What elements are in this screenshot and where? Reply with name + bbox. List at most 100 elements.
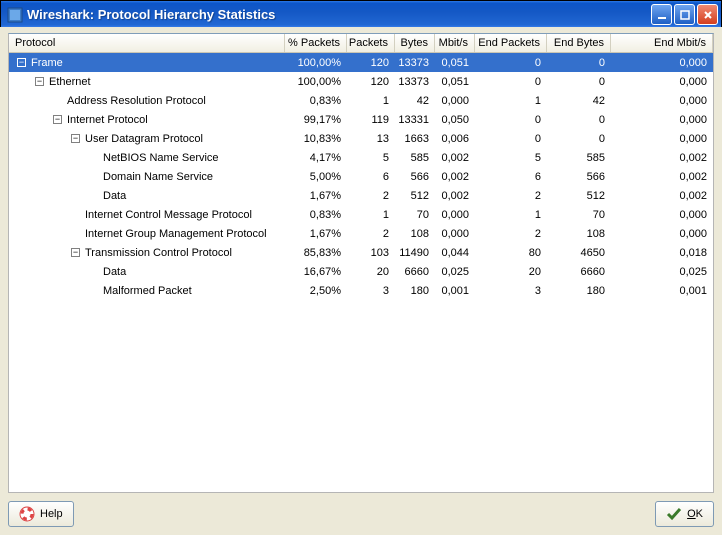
help-button[interactable]: Help: [8, 501, 74, 527]
cell-pct: 5,00%: [285, 171, 347, 183]
cell-endbytes: 566: [547, 171, 611, 183]
cell-pct: 99,17%: [285, 114, 347, 126]
cell-pct: 1,67%: [285, 190, 347, 202]
header-mbit[interactable]: Mbit/s: [435, 34, 475, 52]
header-end-packets[interactable]: End Packets: [475, 34, 547, 52]
cell-endpkt: 20: [475, 266, 547, 278]
protocol-name: Internet Control Message Protocol: [85, 209, 252, 221]
protocol-cell: NetBIOS Name Service: [9, 152, 285, 164]
cell-endbytes: 108: [547, 228, 611, 240]
table-row[interactable]: NetBIOS Name Service4,17%55850,00255850,…: [9, 148, 713, 167]
table-row[interactable]: Data16,67%2066600,0252066600,025: [9, 262, 713, 281]
cell-endmbit: 0,002: [611, 152, 713, 164]
header-packets[interactable]: Packets: [347, 34, 395, 52]
cell-bytes: 108: [395, 228, 435, 240]
cell-pkt: 2: [347, 190, 395, 202]
tree-toggle-icon[interactable]: −: [53, 115, 62, 124]
protocol-name: Address Resolution Protocol: [67, 95, 206, 107]
cell-bytes: 512: [395, 190, 435, 202]
stats-panel: Protocol % Packets Packets Bytes Mbit/s …: [8, 33, 714, 493]
table-body[interactable]: −Frame100,00%120133730,051000,000−Ethern…: [9, 53, 713, 492]
cell-endmbit: 0,000: [611, 228, 713, 240]
cell-pkt: 5: [347, 152, 395, 164]
protocol-name: User Datagram Protocol: [85, 133, 203, 145]
table-row[interactable]: −Frame100,00%120133730,051000,000: [9, 53, 713, 72]
cell-mbit: 0,051: [435, 57, 475, 69]
protocol-cell: Domain Name Service: [9, 171, 285, 183]
header-end-bytes[interactable]: End Bytes: [547, 34, 611, 52]
table-row[interactable]: Address Resolution Protocol0,83%1420,000…: [9, 91, 713, 110]
table-row[interactable]: Internet Control Message Protocol0,83%17…: [9, 205, 713, 224]
header-protocol[interactable]: Protocol: [9, 34, 285, 52]
cell-endpkt: 80: [475, 247, 547, 259]
cell-pct: 1,67%: [285, 228, 347, 240]
table-row[interactable]: −Internet Protocol99,17%119133310,050000…: [9, 110, 713, 129]
cell-endpkt: 0: [475, 133, 547, 145]
cell-pkt: 103: [347, 247, 395, 259]
cell-pct: 85,83%: [285, 247, 347, 259]
table-header: Protocol % Packets Packets Bytes Mbit/s …: [9, 34, 713, 53]
cell-endbytes: 0: [547, 57, 611, 69]
cell-endbytes: 6660: [547, 266, 611, 278]
protocol-cell: Address Resolution Protocol: [9, 95, 285, 107]
cell-endmbit: 0,002: [611, 171, 713, 183]
protocol-name: Internet Protocol: [67, 114, 148, 126]
cell-endpkt: 0: [475, 114, 547, 126]
tree-toggle-icon[interactable]: −: [17, 58, 26, 67]
cell-bytes: 70: [395, 209, 435, 221]
protocol-cell: Data: [9, 190, 285, 202]
cell-pct: 16,67%: [285, 266, 347, 278]
cell-bytes: 585: [395, 152, 435, 164]
table-row[interactable]: Data1,67%25120,00225120,002: [9, 186, 713, 205]
cell-endbytes: 0: [547, 114, 611, 126]
ok-button[interactable]: OK: [655, 501, 714, 527]
header-bytes[interactable]: Bytes: [395, 34, 435, 52]
cell-pkt: 13: [347, 133, 395, 145]
cell-bytes: 13373: [395, 76, 435, 88]
cell-endpkt: 3: [475, 285, 547, 297]
cell-endpkt: 6: [475, 171, 547, 183]
table-row[interactable]: Malformed Packet2,50%31800,00131800,001: [9, 281, 713, 300]
cell-pct: 100,00%: [285, 76, 347, 88]
table-row[interactable]: Internet Group Management Protocol 1,67%2…: [9, 224, 713, 243]
tree-toggle-icon[interactable]: −: [35, 77, 44, 86]
cell-bytes: 566: [395, 171, 435, 183]
cell-pkt: 6: [347, 171, 395, 183]
cell-endpkt: 0: [475, 57, 547, 69]
tree-toggle-icon[interactable]: −: [71, 248, 80, 257]
cell-pkt: 2: [347, 228, 395, 240]
close-button[interactable]: [697, 4, 718, 25]
protocol-name: Frame: [31, 57, 63, 69]
table-row[interactable]: −Ethernet100,00%120133730,051000,000: [9, 72, 713, 91]
protocol-cell: −Internet Protocol: [9, 114, 285, 126]
table-row[interactable]: Domain Name Service5,00%65660,00265660,0…: [9, 167, 713, 186]
protocol-name: Internet Group Management Protocol: [85, 228, 267, 240]
table-row[interactable]: −Transmission Control Protocol85,83%1031…: [9, 243, 713, 262]
cell-endmbit: 0,000: [611, 76, 713, 88]
cell-endmbit: 0,000: [611, 209, 713, 221]
cell-bytes: 1663: [395, 133, 435, 145]
table-row[interactable]: −User Datagram Protocol10,83%1316630,006…: [9, 129, 713, 148]
header-pct-packets[interactable]: % Packets: [285, 34, 347, 52]
maximize-button[interactable]: [674, 4, 695, 25]
cell-endpkt: 1: [475, 209, 547, 221]
tree-toggle-icon[interactable]: −: [71, 134, 80, 143]
header-end-mbit[interactable]: End Mbit/s: [611, 34, 713, 52]
minimize-icon: [657, 10, 667, 20]
protocol-cell: −Transmission Control Protocol: [9, 247, 285, 259]
app-icon: [7, 7, 23, 23]
cell-endmbit: 0,001: [611, 285, 713, 297]
minimize-button[interactable]: [651, 4, 672, 25]
protocol-name: Data: [103, 266, 126, 278]
cell-bytes: 13373: [395, 57, 435, 69]
cell-endpkt: 0: [475, 76, 547, 88]
cell-mbit: 0,050: [435, 114, 475, 126]
cell-endmbit: 0,000: [611, 95, 713, 107]
protocol-cell: Malformed Packet: [9, 285, 285, 297]
cell-mbit: 0,001: [435, 285, 475, 297]
titlebar[interactable]: Wireshark: Protocol Hierarchy Statistics: [1, 1, 721, 28]
cell-pct: 0,83%: [285, 209, 347, 221]
ok-icon: [666, 506, 682, 522]
cell-endpkt: 2: [475, 190, 547, 202]
cell-pkt: 1: [347, 209, 395, 221]
